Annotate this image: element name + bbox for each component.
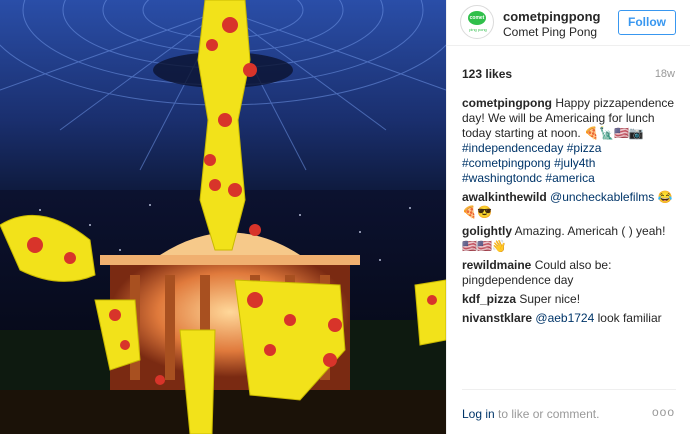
list-item: kdf_pizza Super nice! — [462, 292, 678, 307]
login-prompt: Log in to like or comment. — [462, 407, 599, 421]
comment-username[interactable]: rewildmaine — [462, 258, 531, 272]
post-details-panel: comet ping pong cometpingpong Comet Ping… — [446, 0, 690, 434]
list-item: awalkinthewild @uncheckablefilms 😂🍕😎 — [462, 190, 678, 220]
comment-text: Super nice! — [516, 292, 581, 306]
post-age[interactable]: 18w — [655, 68, 675, 80]
comment-username[interactable]: golightly — [462, 224, 512, 238]
comment-username[interactable]: nivanstklare — [462, 311, 532, 325]
header-full-name: Comet Ping Pong — [503, 25, 598, 39]
login-link[interactable]: Log in — [462, 407, 495, 421]
comment-mention[interactable]: @uncheckablefilms — [547, 190, 654, 204]
post-header: comet ping pong cometpingpong Comet Ping… — [447, 0, 690, 46]
list-item: nivanstklare @aeb1724 look familiar — [462, 311, 678, 326]
follow-button[interactable]: Follow — [618, 10, 676, 35]
footer-divider — [462, 389, 676, 390]
avatar-logo-icon: comet — [468, 11, 486, 25]
list-item: rewildmaine Could also be: pingdependenc… — [462, 258, 678, 288]
avatar-logo-sub: ping pong — [469, 27, 487, 32]
post-image — [0, 0, 446, 434]
login-prompt-text: to like or comment. — [494, 407, 600, 421]
more-options-icon[interactable]: ooo — [652, 405, 675, 419]
header-username[interactable]: cometpingpong — [503, 9, 601, 24]
avatar[interactable]: comet ping pong — [460, 5, 494, 39]
list-item: golightly Amazing. Americah ( ) yeah! 🇺🇸… — [462, 224, 678, 254]
caption-hashtags[interactable]: #independenceday #pizza #cometpingpong #… — [462, 141, 601, 185]
comment-text: look familiar — [594, 311, 662, 325]
comment-username[interactable]: awalkinthewild — [462, 190, 547, 204]
comment-username[interactable]: cometpingpong — [462, 96, 552, 110]
comment-username[interactable]: kdf_pizza — [462, 292, 516, 306]
likes-count[interactable]: 123 likes — [462, 67, 512, 81]
comment-list: cometpingpong Happy pizzapendence day! W… — [462, 96, 678, 330]
comment-mention[interactable]: @aeb1724 — [532, 311, 594, 325]
post-photo[interactable] — [0, 0, 446, 434]
caption: cometpingpong Happy pizzapendence day! W… — [462, 96, 678, 186]
